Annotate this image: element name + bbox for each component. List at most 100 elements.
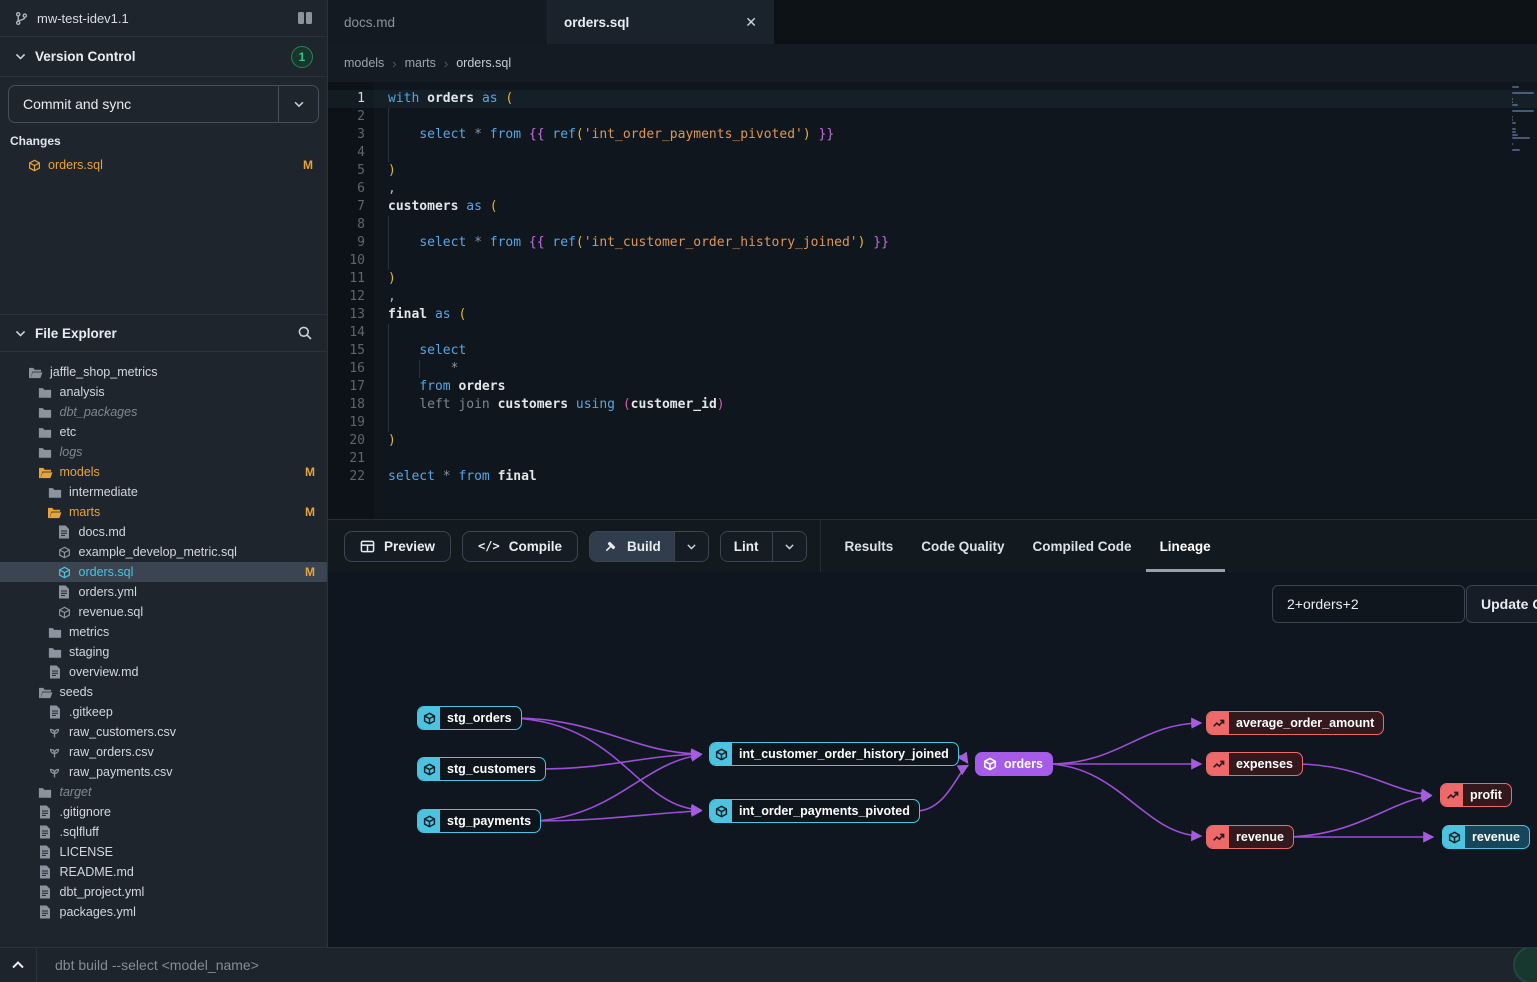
editor-tabbar: docs.mdorders.sql✕: [328, 0, 1537, 44]
code-line-4[interactable]: 4: [328, 144, 1537, 162]
panel-layout-icon[interactable]: [297, 11, 313, 25]
lineage-node-orders[interactable]: orders: [975, 752, 1053, 776]
line-number: 3: [328, 126, 365, 144]
compile-button[interactable]: </> Compile: [462, 531, 578, 562]
code-line-3[interactable]: 3 select * from {{ ref('int_order_paymen…: [328, 126, 1537, 144]
code-line-8[interactable]: 8: [328, 216, 1537, 234]
file-tree-item-example_develop_metric.sql[interactable]: example_develop_metric.sql: [0, 542, 327, 562]
file-tree-item-LICENSE[interactable]: LICENSE: [0, 842, 327, 862]
code-line-7[interactable]: 7customers as (: [328, 198, 1537, 216]
code-line-14[interactable]: 14: [328, 324, 1537, 342]
file-tree-item-analysis[interactable]: analysis: [0, 382, 327, 402]
code-line-19[interactable]: 19: [328, 414, 1537, 432]
file-tree-item-seeds[interactable]: seeds: [0, 682, 327, 702]
toolbar-buttons: Preview </> Compile Build: [328, 531, 807, 562]
lineage-selector-input[interactable]: [1272, 585, 1465, 623]
file-tree-item-models[interactable]: modelsM: [0, 462, 327, 482]
file-tree-item-.gitignore[interactable]: .gitignore: [0, 802, 327, 822]
file-tree-item-revenue.sql[interactable]: revenue.sql: [0, 602, 327, 622]
code-line-13[interactable]: 13final as (: [328, 306, 1537, 324]
lineage-node-stg_customers[interactable]: stg_customers: [417, 757, 546, 781]
file-tree-item-.sqlfluff[interactable]: .sqlfluff: [0, 822, 327, 842]
file-tree-item-metrics[interactable]: metrics: [0, 622, 327, 642]
code-line-6[interactable]: 6,: [328, 180, 1537, 198]
update-graph-button[interactable]: Update G: [1466, 585, 1537, 623]
file-tree-item-overview.md[interactable]: overview.md: [0, 662, 327, 682]
lineage-node-expenses[interactable]: expenses: [1206, 752, 1303, 776]
code-line-22[interactable]: 22select * from final: [328, 468, 1537, 486]
file-tree-item-orders.yml[interactable]: orders.yml: [0, 582, 327, 602]
commit-and-sync-button[interactable]: Commit and sync: [9, 86, 278, 122]
file-tree-item-orders.sql[interactable]: orders.sqlM: [0, 562, 327, 582]
command-input[interactable]: [37, 957, 1537, 973]
lineage-node-revenue_model[interactable]: revenue: [1442, 825, 1530, 849]
panel-tab-lineage[interactable]: Lineage: [1146, 520, 1225, 572]
lineage-node-int_customer_order_history_joined[interactable]: int_customer_order_history_joined: [709, 742, 959, 766]
panel-tab-compiled-code[interactable]: Compiled Code: [1019, 520, 1146, 572]
lineage-node-average_order_amount[interactable]: average_order_amount: [1206, 711, 1384, 735]
search-icon[interactable]: [297, 325, 313, 341]
lineage-panel[interactable]: stg_orders stg_customers stg_payments int_c…: [328, 572, 1537, 947]
code-line-18[interactable]: 18 left join customers using (customer_i…: [328, 396, 1537, 414]
code-line-11[interactable]: 11): [328, 270, 1537, 288]
code-line-21[interactable]: 21: [328, 450, 1537, 468]
lineage-node-profit[interactable]: profit: [1440, 783, 1512, 807]
code-line-16[interactable]: 16 *: [328, 360, 1537, 378]
panel-tab-results[interactable]: Results: [831, 520, 908, 572]
file-tree-item-raw_payments.csv[interactable]: raw_payments.csv: [0, 762, 327, 782]
code-line-12[interactable]: 12,: [328, 288, 1537, 306]
breadcrumb-item-models[interactable]: models: [344, 56, 384, 70]
code-line-17[interactable]: 17 from orders: [328, 378, 1537, 396]
code-editor[interactable]: 1with orders as (23 select * from {{ ref…: [328, 82, 1537, 519]
file-tree-item-.gitkeep[interactable]: .gitkeep: [0, 702, 327, 722]
lineage-node-revenue_metric[interactable]: revenue: [1206, 825, 1294, 849]
build-options-button[interactable]: [674, 532, 708, 561]
line-number: 7: [328, 198, 365, 216]
file-tree-item-README.md[interactable]: README.md: [0, 862, 327, 882]
lint-button[interactable]: Lint: [721, 532, 772, 561]
file-tree-item-docs.md[interactable]: docs.md: [0, 522, 327, 542]
code-line-10[interactable]: 10: [328, 252, 1537, 270]
code-line-20[interactable]: 20): [328, 432, 1537, 450]
file-tree-item-dbt_project.yml[interactable]: dbt_project.yml: [0, 882, 327, 902]
file-tree-label: overview.md: [69, 665, 138, 679]
file-tree-item-dbt_packages[interactable]: dbt_packages: [0, 402, 327, 422]
build-button[interactable]: Build: [590, 532, 674, 561]
file-explorer-header[interactable]: File Explorer: [0, 314, 327, 352]
editor-tab-docs.md[interactable]: docs.md: [328, 0, 548, 44]
lint-options-button[interactable]: [772, 532, 806, 561]
file-tree-item-target[interactable]: target: [0, 782, 327, 802]
changed-file-row[interactable]: orders.sql M: [0, 154, 327, 176]
code-line-2[interactable]: 2: [328, 108, 1537, 126]
lineage-node-stg_orders[interactable]: stg_orders: [417, 706, 522, 730]
preview-button[interactable]: Preview: [344, 531, 451, 562]
status-indicator[interactable]: [1513, 947, 1537, 982]
version-control-header[interactable]: Version Control 1: [0, 37, 327, 77]
lineage-node-int_order_payments_pivoted[interactable]: int_order_payments_pivoted: [709, 799, 920, 823]
file-tree-item-packages.yml[interactable]: packages.yml: [0, 902, 327, 922]
lineage-node-stg_payments[interactable]: stg_payments: [417, 809, 541, 833]
file-tree-item-intermediate[interactable]: intermediate: [0, 482, 327, 502]
breadcrumb-item-orders.sql[interactable]: orders.sql: [456, 56, 511, 70]
commit-and-sync-split-button: Commit and sync: [8, 85, 319, 123]
commit-options-button[interactable]: [278, 86, 318, 122]
code-line-1[interactable]: 1with orders as (: [328, 90, 1537, 108]
editor-minimap[interactable]: [1512, 86, 1535, 152]
file-tree-item-jaffle_shop_metrics[interactable]: jaffle_shop_metrics: [0, 362, 327, 382]
line-content: select * from {{ ref('int_order_payments…: [388, 126, 834, 144]
close-icon[interactable]: ✕: [745, 14, 757, 31]
file-tree-item-etc[interactable]: etc: [0, 422, 327, 442]
file-tree-item-marts[interactable]: martsM: [0, 502, 327, 522]
code-line-5[interactable]: 5): [328, 162, 1537, 180]
model-cube-icon: [28, 159, 41, 172]
file-tree-item-logs[interactable]: logs: [0, 442, 327, 462]
file-tree-item-raw_customers.csv[interactable]: raw_customers.csv: [0, 722, 327, 742]
code-line-15[interactable]: 15 select: [328, 342, 1537, 360]
file-tree-item-staging[interactable]: staging: [0, 642, 327, 662]
code-line-9[interactable]: 9 select * from {{ ref('int_customer_ord…: [328, 234, 1537, 252]
chevron-up-icon[interactable]: [0, 957, 36, 973]
breadcrumb-item-marts[interactable]: marts: [405, 56, 436, 70]
file-tree-item-raw_orders.csv[interactable]: raw_orders.csv: [0, 742, 327, 762]
panel-tab-code-quality[interactable]: Code Quality: [907, 520, 1018, 572]
editor-tab-orders.sql[interactable]: orders.sql✕: [548, 0, 774, 44]
